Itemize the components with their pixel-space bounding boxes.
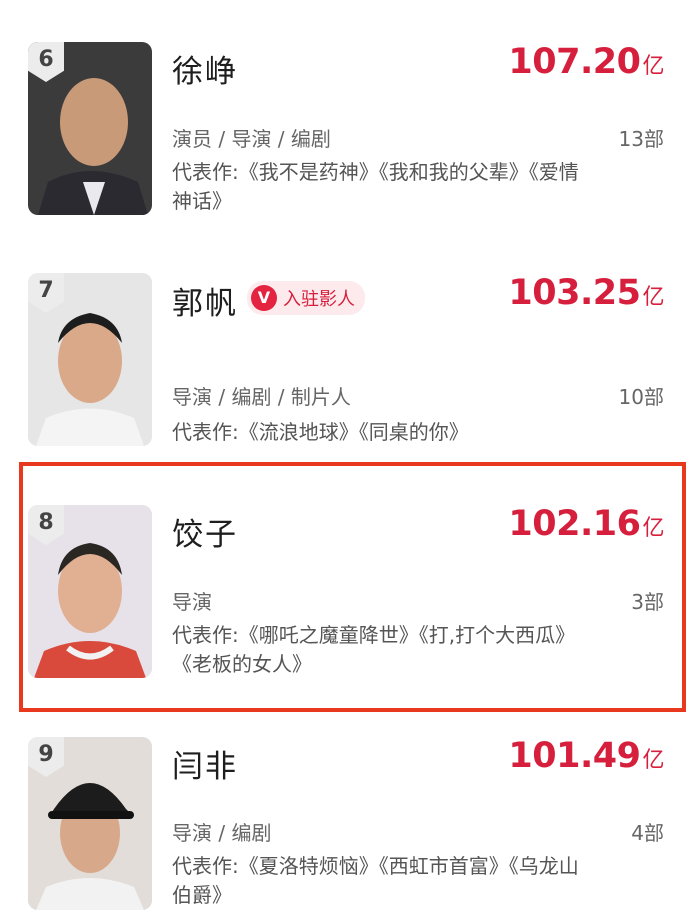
verified-v-icon: V	[251, 285, 277, 311]
box-office-unit: 亿	[642, 748, 664, 773]
box-office-total: 101.49亿	[508, 736, 664, 776]
person-name[interactable]: 饺子	[172, 509, 238, 554]
representative-works: 代表作:《夏洛特烦恼》《西虹市首富》《乌龙山伯爵》	[172, 854, 579, 907]
box-office-value: 102.16	[508, 504, 641, 544]
box-office-value: 101.49	[508, 736, 641, 776]
film-count: 3部	[631, 590, 664, 614]
box-office-value: 107.20	[508, 42, 641, 82]
person-name[interactable]: 郭帆	[172, 278, 238, 323]
roles: 导演 / 编剧 / 制片人	[172, 385, 351, 409]
representative-works: 代表作:《流浪地球》《同桌的你》	[172, 420, 469, 444]
person-name[interactable]: 徐峥	[172, 46, 238, 91]
roles: 演员 / 导演 / 编剧	[172, 127, 331, 151]
box-office-unit: 亿	[642, 54, 664, 79]
verified-badge-label: 入驻影人	[283, 289, 355, 310]
person-name[interactable]: 闫非	[172, 741, 238, 786]
representative-works: 代表作:《哪吒之魔童降世》《打,打个大西瓜》《老板的女人》	[172, 623, 576, 676]
box-office-unit: 亿	[642, 285, 664, 310]
box-office-total: 107.20亿	[508, 42, 664, 82]
film-count: 13部	[618, 127, 664, 151]
roles: 导演 / 编剧	[172, 821, 272, 845]
box-office-total: 103.25亿	[508, 273, 664, 313]
film-count: 4部	[631, 821, 664, 845]
roles: 导演	[172, 590, 212, 614]
box-office-total: 102.16亿	[508, 504, 664, 544]
film-count: 10部	[618, 385, 664, 409]
box-office-unit: 亿	[642, 516, 664, 541]
box-office-value: 103.25	[508, 273, 641, 313]
verified-badge[interactable]: V 入驻影人	[247, 281, 365, 315]
representative-works: 代表作:《我不是药神》《我和我的父辈》《爱情神话》	[172, 160, 579, 213]
